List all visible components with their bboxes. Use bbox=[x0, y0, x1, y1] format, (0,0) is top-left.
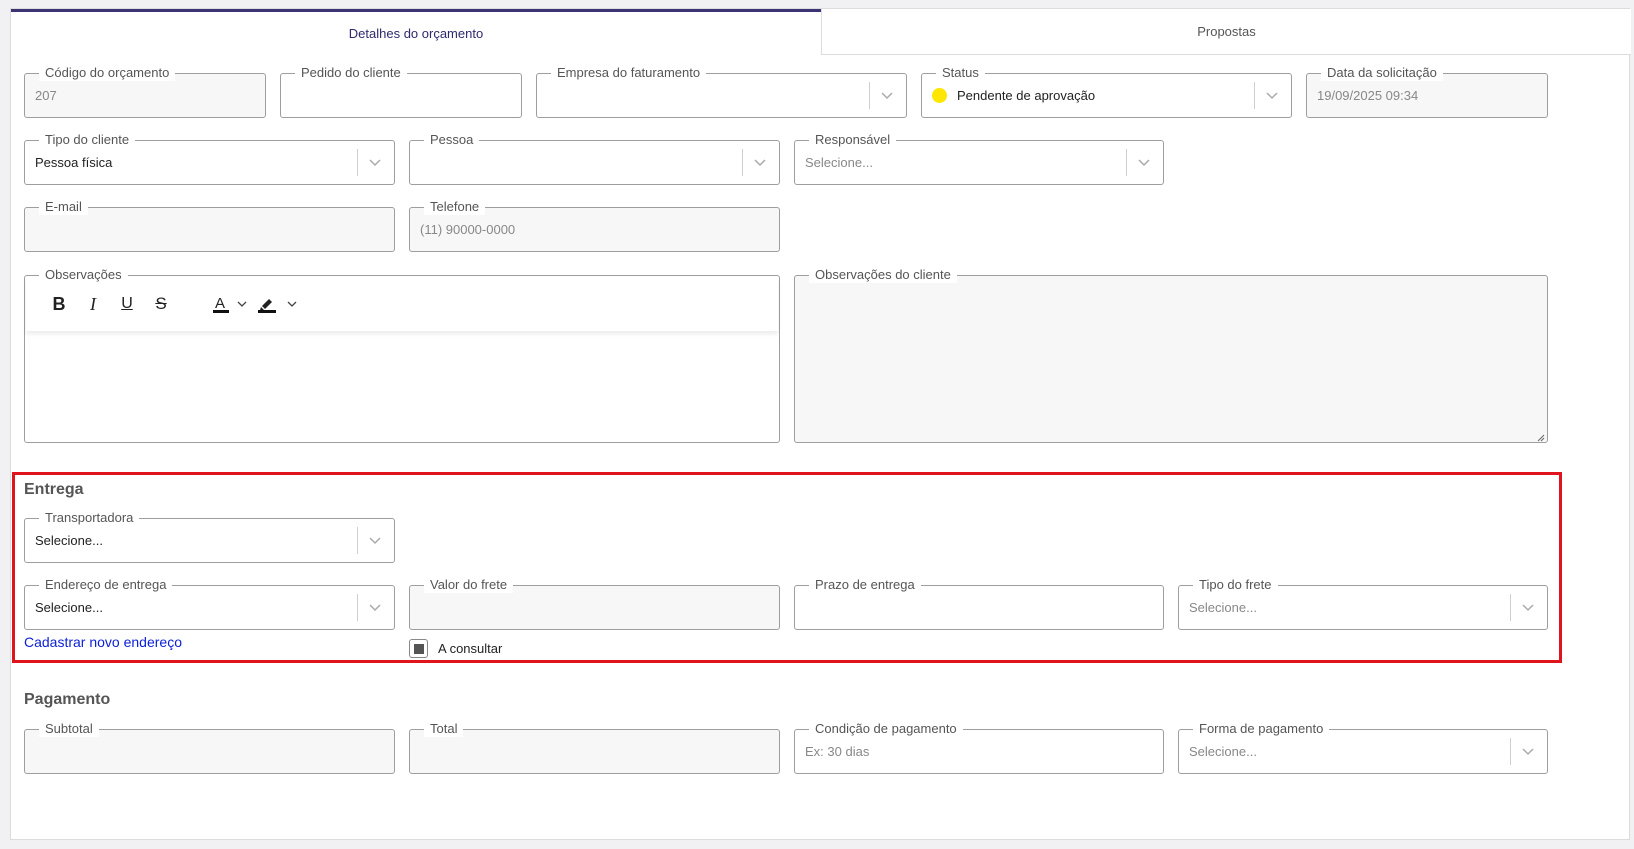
status-indicator-dot bbox=[932, 88, 947, 103]
select-separator bbox=[1510, 738, 1511, 765]
subtotal-label: Subtotal bbox=[39, 721, 99, 737]
delivery-address-select[interactable]: Endereço de entrega Selecione... bbox=[24, 577, 395, 630]
client-order-label: Pedido do cliente bbox=[295, 65, 407, 81]
register-new-address-link[interactable]: Cadastrar novo endereço bbox=[24, 634, 182, 650]
freight-type-placeholder: Selecione... bbox=[1189, 600, 1257, 615]
chevron-down-icon[interactable] bbox=[1261, 74, 1283, 117]
payment-section-title: Pagamento bbox=[24, 691, 111, 708]
chevron-down-icon[interactable] bbox=[749, 141, 771, 184]
client-type-value: Pessoa física bbox=[35, 155, 113, 170]
delivery-section-title: Entrega bbox=[24, 481, 84, 498]
select-separator bbox=[1254, 82, 1255, 109]
tab-bar: Detalhes do orçamento Propostas bbox=[11, 9, 1631, 55]
tab-budget-details[interactable]: Detalhes do orçamento bbox=[11, 9, 821, 55]
underline-icon[interactable]: U bbox=[110, 289, 144, 319]
chevron-down-icon[interactable] bbox=[234, 301, 250, 308]
total-label: Total bbox=[424, 721, 464, 737]
client-notes-textarea[interactable]: Observações do cliente bbox=[794, 267, 1548, 443]
checkbox-box[interactable] bbox=[409, 639, 428, 658]
carrier-select[interactable]: Transportadora Selecione... bbox=[24, 510, 395, 563]
consult-checkbox-label: A consultar bbox=[438, 641, 503, 656]
responsible-select[interactable]: Responsável Selecione... bbox=[794, 132, 1164, 185]
freight-type-select[interactable]: Tipo do frete Selecione... bbox=[1178, 577, 1548, 630]
person-label: Pessoa bbox=[424, 132, 480, 148]
total-field[interactable]: Total bbox=[409, 721, 780, 774]
payment-condition-field[interactable]: Condição de pagamento Ex: 30 dias bbox=[794, 721, 1164, 774]
client-order-field[interactable]: Pedido do cliente bbox=[280, 65, 522, 118]
strikethrough-icon[interactable]: S bbox=[144, 289, 178, 319]
italic-icon[interactable]: I bbox=[76, 289, 110, 319]
chevron-down-icon[interactable] bbox=[364, 141, 386, 184]
delivery-address-value: Selecione... bbox=[35, 600, 103, 615]
carrier-value: Selecione... bbox=[35, 533, 103, 548]
select-separator bbox=[357, 149, 358, 176]
request-date-field[interactable]: Data da solicitação 19/09/2025 09:34 bbox=[1306, 65, 1548, 118]
chevron-down-icon[interactable] bbox=[364, 586, 386, 629]
budget-code-value: 207 bbox=[35, 88, 57, 103]
client-type-select[interactable]: Tipo do cliente Pessoa física bbox=[24, 132, 395, 185]
chevron-down-icon[interactable] bbox=[364, 519, 386, 562]
email-label: E-mail bbox=[39, 199, 88, 215]
responsible-placeholder: Selecione... bbox=[805, 155, 873, 170]
subtotal-field[interactable]: Subtotal bbox=[24, 721, 395, 774]
select-separator bbox=[869, 82, 870, 109]
chevron-down-icon[interactable] bbox=[1133, 141, 1155, 184]
delivery-highlight-box bbox=[12, 472, 1562, 663]
phone-placeholder: (11) 90000-0000 bbox=[420, 222, 516, 237]
highlighter-icon[interactable] bbox=[250, 289, 284, 319]
consult-checkbox[interactable]: A consultar bbox=[409, 639, 502, 658]
budget-code-label: Código do orçamento bbox=[39, 65, 176, 81]
select-separator bbox=[1510, 594, 1511, 621]
request-date-value: 19/09/2025 09:34 bbox=[1317, 88, 1419, 103]
delivery-deadline-label: Prazo de entrega bbox=[809, 577, 921, 593]
select-separator bbox=[357, 527, 358, 554]
billing-company-select[interactable]: Empresa do faturamento bbox=[536, 65, 907, 118]
freight-value-label: Valor do frete bbox=[424, 577, 514, 593]
select-separator bbox=[1126, 149, 1127, 176]
status-value: Pendente de aprovação bbox=[957, 88, 1096, 103]
editor-toolbar: B I U S A bbox=[26, 277, 778, 331]
billing-company-label: Empresa do faturamento bbox=[551, 65, 707, 81]
svg-text:A: A bbox=[215, 295, 225, 312]
chevron-down-icon[interactable] bbox=[284, 301, 300, 308]
status-value-wrap: Pendente de aprovação bbox=[932, 74, 1095, 117]
phone-field[interactable]: Telefone (11) 90000-0000 bbox=[409, 199, 780, 252]
chevron-down-icon[interactable] bbox=[1517, 730, 1539, 773]
text-color-icon[interactable]: A bbox=[208, 289, 234, 319]
budget-code-field[interactable]: Código do orçamento 207 bbox=[24, 65, 266, 118]
tab-proposals[interactable]: Propostas bbox=[821, 9, 1631, 55]
freight-value-field[interactable]: Valor do frete bbox=[409, 577, 780, 630]
status-select[interactable]: Status Pendente de aprovação bbox=[921, 65, 1292, 118]
person-select[interactable]: Pessoa bbox=[409, 132, 780, 185]
email-field[interactable]: E-mail bbox=[24, 199, 395, 252]
bold-icon[interactable]: B bbox=[42, 289, 76, 319]
client-notes-label: Observações do cliente bbox=[809, 267, 957, 283]
resize-handle-icon[interactable] bbox=[1535, 430, 1545, 442]
chevron-down-icon[interactable] bbox=[876, 74, 898, 117]
notes-editor[interactable]: Observações B I U S A bbox=[24, 267, 780, 443]
payment-method-select[interactable]: Forma de pagamento Selecione... bbox=[1178, 721, 1548, 774]
chevron-down-icon[interactable] bbox=[1517, 586, 1539, 629]
delivery-deadline-field[interactable]: Prazo de entrega bbox=[794, 577, 1164, 630]
select-separator bbox=[357, 594, 358, 621]
payment-method-placeholder: Selecione... bbox=[1189, 744, 1257, 759]
select-separator bbox=[742, 149, 743, 176]
payment-condition-placeholder: Ex: 30 dias bbox=[805, 744, 870, 759]
